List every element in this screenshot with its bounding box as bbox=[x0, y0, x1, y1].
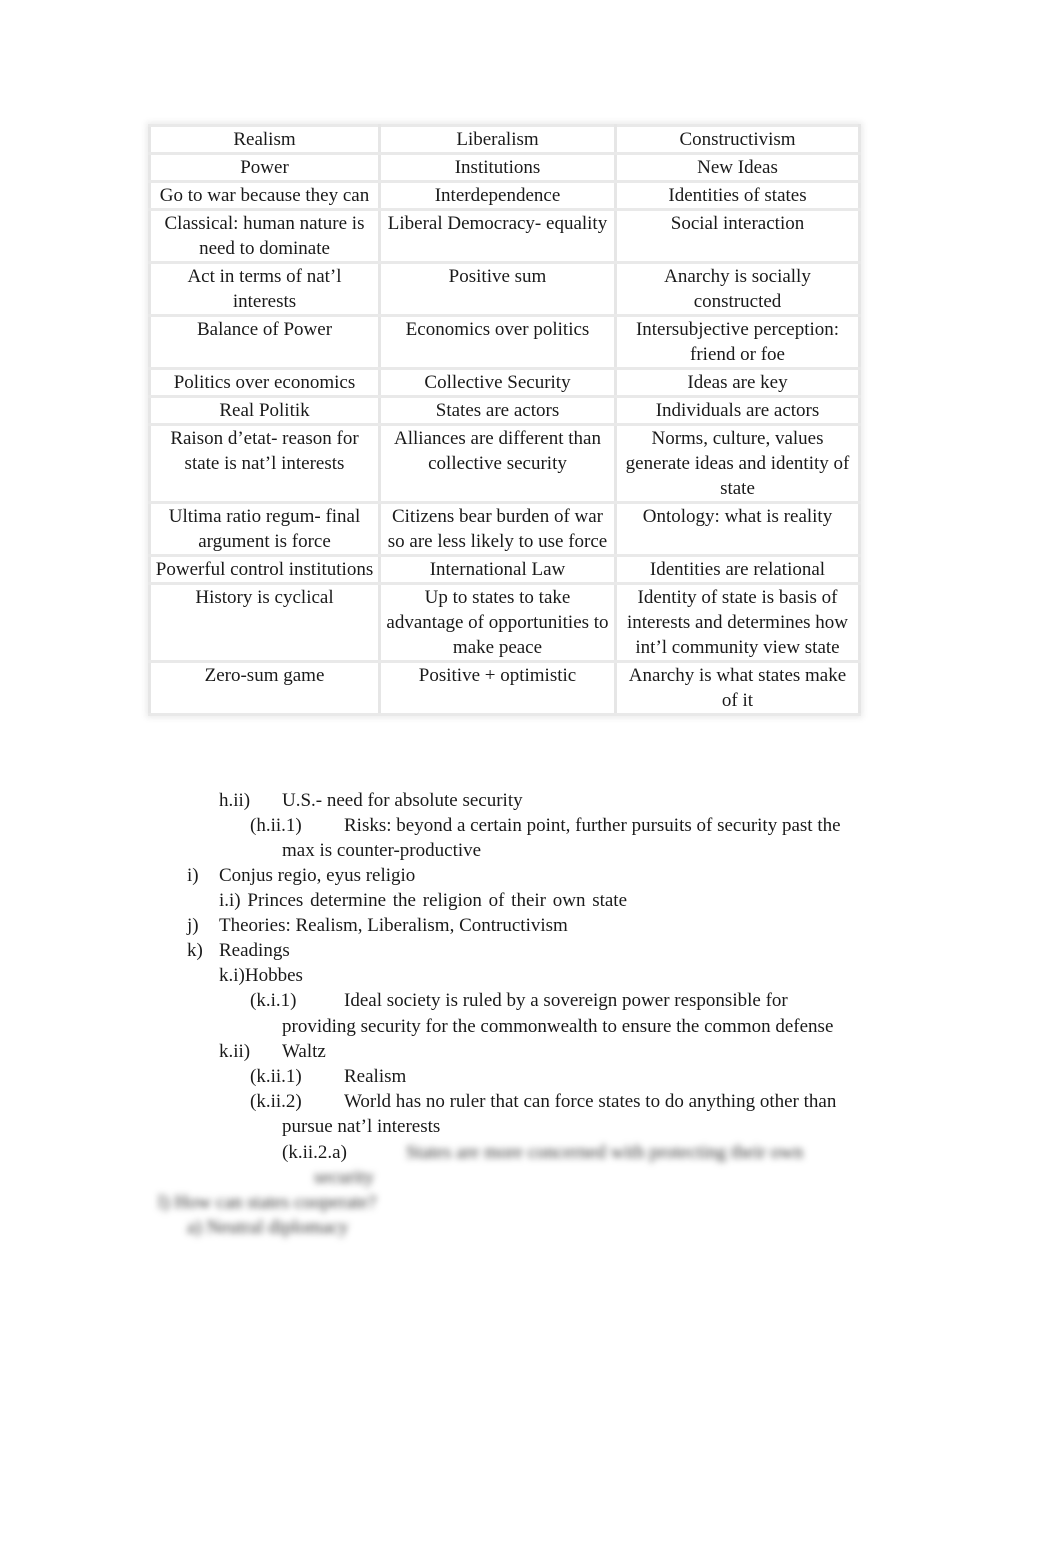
table-cell: Individuals are actors bbox=[614, 395, 861, 426]
outline-text: Realism bbox=[344, 1066, 407, 1087]
blurred-preview-text: security bbox=[314, 1167, 375, 1188]
outline-label: (k.ii.1) bbox=[250, 1066, 302, 1087]
outline-label: k) bbox=[187, 940, 203, 961]
table-row: Ultima ratio regum- final argument is fo… bbox=[148, 501, 861, 557]
outline-text: Readings bbox=[219, 940, 290, 961]
outline-item-k-i-1-continued: providing security for the commonwealth … bbox=[282, 1016, 834, 1037]
table-row: Real Politik States are actors Individua… bbox=[148, 395, 861, 426]
outline-label: h.ii) bbox=[219, 790, 251, 811]
header-constructivism: Constructivism bbox=[614, 124, 861, 155]
table-cell: Zero-sum game bbox=[148, 660, 381, 716]
table-header-row: Realism Liberalism Constructivism bbox=[148, 124, 861, 155]
outline-item-j: j) Theories: Realism, Liberalism, Contruc… bbox=[187, 913, 568, 938]
blurred-preview-text: States are more concerned with protectin… bbox=[406, 1142, 804, 1163]
table-cell: Go to war because they can bbox=[148, 180, 381, 211]
outline-text: Ideal society is ruled by a sovereign po… bbox=[344, 990, 788, 1011]
outline-item-h-ii: h.ii) U.S.- need for absolute security bbox=[219, 788, 523, 813]
table-cell: Power bbox=[148, 152, 381, 183]
outline-item-k-i: k.i)Hobbes bbox=[219, 965, 303, 986]
table-cell: Ideas are key bbox=[614, 367, 861, 398]
table-cell: Real Politik bbox=[148, 395, 381, 426]
table-cell: Ultima ratio regum- final argument is fo… bbox=[148, 501, 381, 557]
outline-text: Waltz bbox=[282, 1041, 326, 1062]
outline-item-k-ii-1: (k.ii.1) Realism bbox=[250, 1064, 406, 1089]
table-cell: Politics over economics bbox=[148, 367, 381, 398]
outline-text: Risks: beyond a certain point, further p… bbox=[344, 815, 841, 836]
outline-label: i) bbox=[187, 865, 199, 886]
outline-item-h-ii-1-continued: max is counter-productive bbox=[282, 840, 482, 861]
table-cell: Positive + optimistic bbox=[378, 660, 617, 716]
table-cell: Classical: human nature is need to domin… bbox=[148, 208, 381, 264]
table-row: Balance of Power Economics over politics… bbox=[148, 314, 861, 370]
outline-item-k-ii-2-a: (k.ii.2.a) States are more concerned with… bbox=[282, 1140, 803, 1165]
table-cell: History is cyclical bbox=[148, 582, 381, 663]
table-cell: Citizens bear burden of war so are less … bbox=[378, 501, 617, 557]
table-cell: Identities of states bbox=[614, 180, 861, 211]
table-cell: Collective Security bbox=[378, 367, 617, 398]
table-cell: New Ideas bbox=[614, 152, 861, 183]
table-cell: Identity of state is basis of interests … bbox=[614, 582, 861, 663]
table-row: Raison d’etat- reason for state is nat’l… bbox=[148, 423, 861, 504]
table-cell: Institutions bbox=[378, 152, 617, 183]
document-page: Realism Liberalism Constructivism Power … bbox=[0, 0, 1062, 1561]
table-cell: Raison d’etat- reason for state is nat’l… bbox=[148, 423, 381, 504]
table-cell: Anarchy is what states make of it bbox=[614, 660, 861, 716]
table-cell: Social interaction bbox=[614, 208, 861, 264]
outline-label: (k.i.1) bbox=[250, 990, 297, 1011]
outline-item-h-ii-1: (h.ii.1) Risks: beyond a certain point, f… bbox=[250, 813, 841, 838]
table-cell: Economics over politics bbox=[378, 314, 617, 370]
outline-item-k: k) Readings bbox=[187, 938, 290, 963]
outline-label: j) bbox=[187, 915, 199, 936]
blurred-preview-text: a) Neutral diplomacy bbox=[187, 1217, 349, 1238]
table-row: Zero-sum game Positive + optimistic Anar… bbox=[148, 660, 861, 716]
header-realism: Realism bbox=[148, 124, 381, 155]
table-row: Power Institutions New Ideas bbox=[148, 152, 861, 183]
outline-item-i-i: i.i) Princes determine the religion of t… bbox=[219, 890, 628, 911]
table-row: Powerful control institutions Internatio… bbox=[148, 554, 861, 585]
table-cell: Positive sum bbox=[378, 261, 617, 317]
table-cell: Powerful control institutions bbox=[148, 554, 381, 585]
table-row: History is cyclical Up to states to take… bbox=[148, 582, 861, 663]
outline-text: World has no ruler that can force states… bbox=[344, 1091, 837, 1112]
table-row: Go to war because they can Interdependen… bbox=[148, 180, 861, 211]
table-cell: Act in terms of nat’l interests bbox=[148, 261, 381, 317]
outline-item-k-ii: k.ii) Waltz bbox=[219, 1039, 326, 1064]
table-cell: Ontology: what is reality bbox=[614, 501, 861, 557]
table-cell: Intersubjective perception: friend or fo… bbox=[614, 314, 861, 370]
outline-text: U.S.- need for absolute security bbox=[282, 790, 523, 811]
table-cell: Liberal Democracy- equality bbox=[378, 208, 617, 264]
table-cell: International Law bbox=[378, 554, 617, 585]
outline-label: (k.ii.2.a) bbox=[282, 1142, 347, 1163]
outline-label: (h.ii.1) bbox=[250, 815, 302, 836]
table-row: Politics over economics Collective Secur… bbox=[148, 367, 861, 398]
outline-item-k-ii-2-continued: pursue nat’l interests bbox=[282, 1116, 441, 1137]
outline-item-i: i) Conjus regio, eyus religio bbox=[187, 863, 415, 888]
outline-label: (k.ii.2) bbox=[250, 1091, 302, 1112]
table-cell: Balance of Power bbox=[148, 314, 381, 370]
outline-text: Conjus regio, eyus religio bbox=[219, 865, 416, 886]
outline-label: k.ii) bbox=[219, 1041, 251, 1062]
outline-text: Theories: Realism, Liberalism, Contructi… bbox=[219, 915, 568, 936]
blurred-preview-text: l) How can states cooperate? bbox=[158, 1192, 377, 1213]
outline-item-k-ii-2: (k.ii.2) World has no ruler that can forc… bbox=[250, 1089, 836, 1114]
theories-comparison-table: Realism Liberalism Constructivism Power … bbox=[148, 124, 861, 716]
outline-item-k-i-1: (k.i.1) Ideal society is ruled by a sover… bbox=[250, 988, 788, 1013]
table-cell: Interdependence bbox=[378, 180, 617, 211]
table-cell: Up to states to take advantage of opport… bbox=[378, 582, 617, 663]
table-cell: Alliances are different than collective … bbox=[378, 423, 617, 504]
table-cell: States are actors bbox=[378, 395, 617, 426]
table-row: Classical: human nature is need to domin… bbox=[148, 208, 861, 264]
table-cell: Identities are relational bbox=[614, 554, 861, 585]
table-cell: Anarchy is socially constructed bbox=[614, 261, 861, 317]
table-row: Act in terms of nat’l interests Positive… bbox=[148, 261, 861, 317]
header-liberalism: Liberalism bbox=[378, 124, 617, 155]
table-cell: Norms, culture, values generate ideas an… bbox=[614, 423, 861, 504]
